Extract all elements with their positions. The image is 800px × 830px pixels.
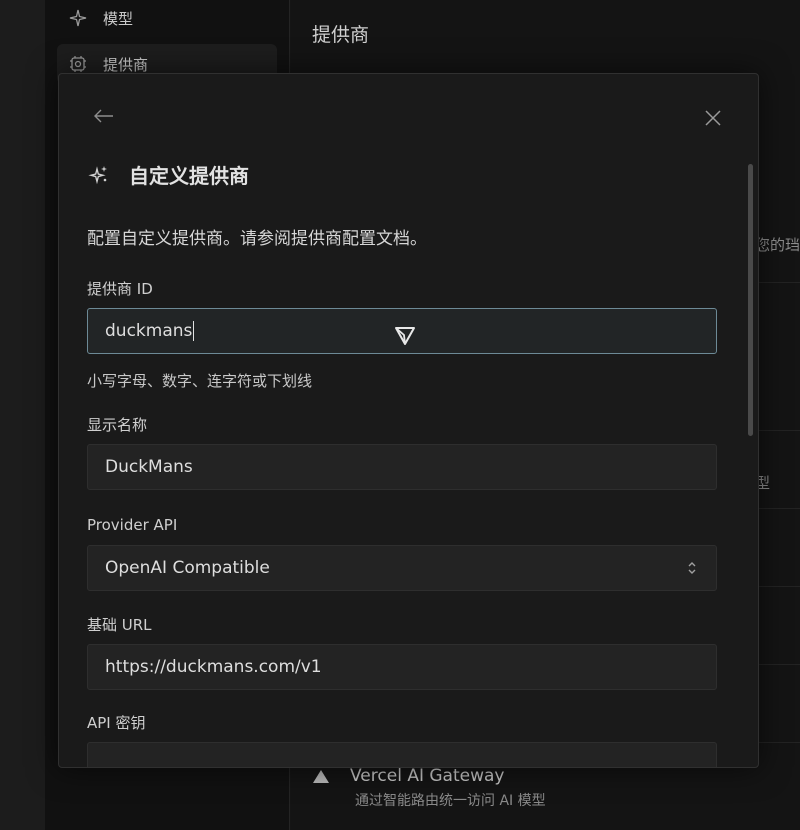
dialog-description: 配置自定义提供商。请参阅提供商配置文档。 bbox=[87, 229, 427, 249]
base-url-value: https://duckmans.com/v1 bbox=[105, 657, 322, 677]
arrow-left-icon bbox=[94, 109, 113, 123]
sparkle-icon bbox=[69, 9, 87, 27]
sidebar-item-label: 模型 bbox=[103, 9, 134, 28]
dialog-title-text: 自定义提供商 bbox=[129, 164, 249, 188]
provider-name: Vercel AI Gateway bbox=[350, 766, 505, 786]
provider-description: 通过智能路由统一访问 AI 模型 bbox=[355, 793, 546, 809]
provider-api-label: Provider API bbox=[87, 516, 178, 534]
provider-api-select[interactable]: OpenAI Compatible bbox=[87, 545, 717, 591]
chevron-up-down-icon bbox=[688, 562, 696, 574]
provider-id-label: 提供商 ID bbox=[87, 280, 153, 298]
provider-id-help: 小写字母、数字、连字符或下划线 bbox=[87, 372, 313, 390]
provider-description-fragment: 您的珰 bbox=[755, 236, 800, 254]
back-button[interactable] bbox=[92, 104, 116, 128]
provider-api-value: OpenAI Compatible bbox=[105, 558, 270, 578]
vercel-logo-icon bbox=[313, 770, 329, 783]
dialog-title: 自定义提供商 bbox=[87, 160, 249, 189]
mouse-pointer-icon bbox=[395, 327, 415, 345]
page-title: 提供商 bbox=[312, 24, 370, 46]
api-key-value: ••••••••••• bbox=[105, 767, 237, 768]
text-caret bbox=[193, 321, 195, 341]
dialog-scrollbar[interactable] bbox=[748, 164, 753, 436]
display-name-label: 显示名称 bbox=[87, 416, 148, 434]
app-rail bbox=[0, 0, 45, 830]
base-url-input[interactable]: https://duckmans.com/v1 bbox=[87, 644, 717, 690]
custom-provider-dialog: 自定义提供商 配置自定义提供商。请参阅提供商配置文档。 提供商 ID duckm… bbox=[58, 73, 759, 768]
api-key-input[interactable]: ••••••••••• bbox=[87, 742, 717, 768]
close-button[interactable] bbox=[701, 106, 725, 130]
sparkles-icon bbox=[87, 163, 111, 187]
close-icon bbox=[705, 110, 721, 126]
provider-chip-icon bbox=[69, 55, 87, 73]
display-name-value: DuckMans bbox=[105, 457, 193, 477]
sidebar-item-models[interactable]: 模型 bbox=[57, 0, 277, 38]
display-name-input[interactable]: DuckMans bbox=[87, 444, 717, 490]
base-url-label: 基础 URL bbox=[87, 616, 152, 634]
sidebar-item-label: 提供商 bbox=[103, 55, 149, 74]
provider-id-value: duckmans bbox=[105, 321, 193, 341]
api-key-label: API 密钥 bbox=[87, 714, 146, 732]
